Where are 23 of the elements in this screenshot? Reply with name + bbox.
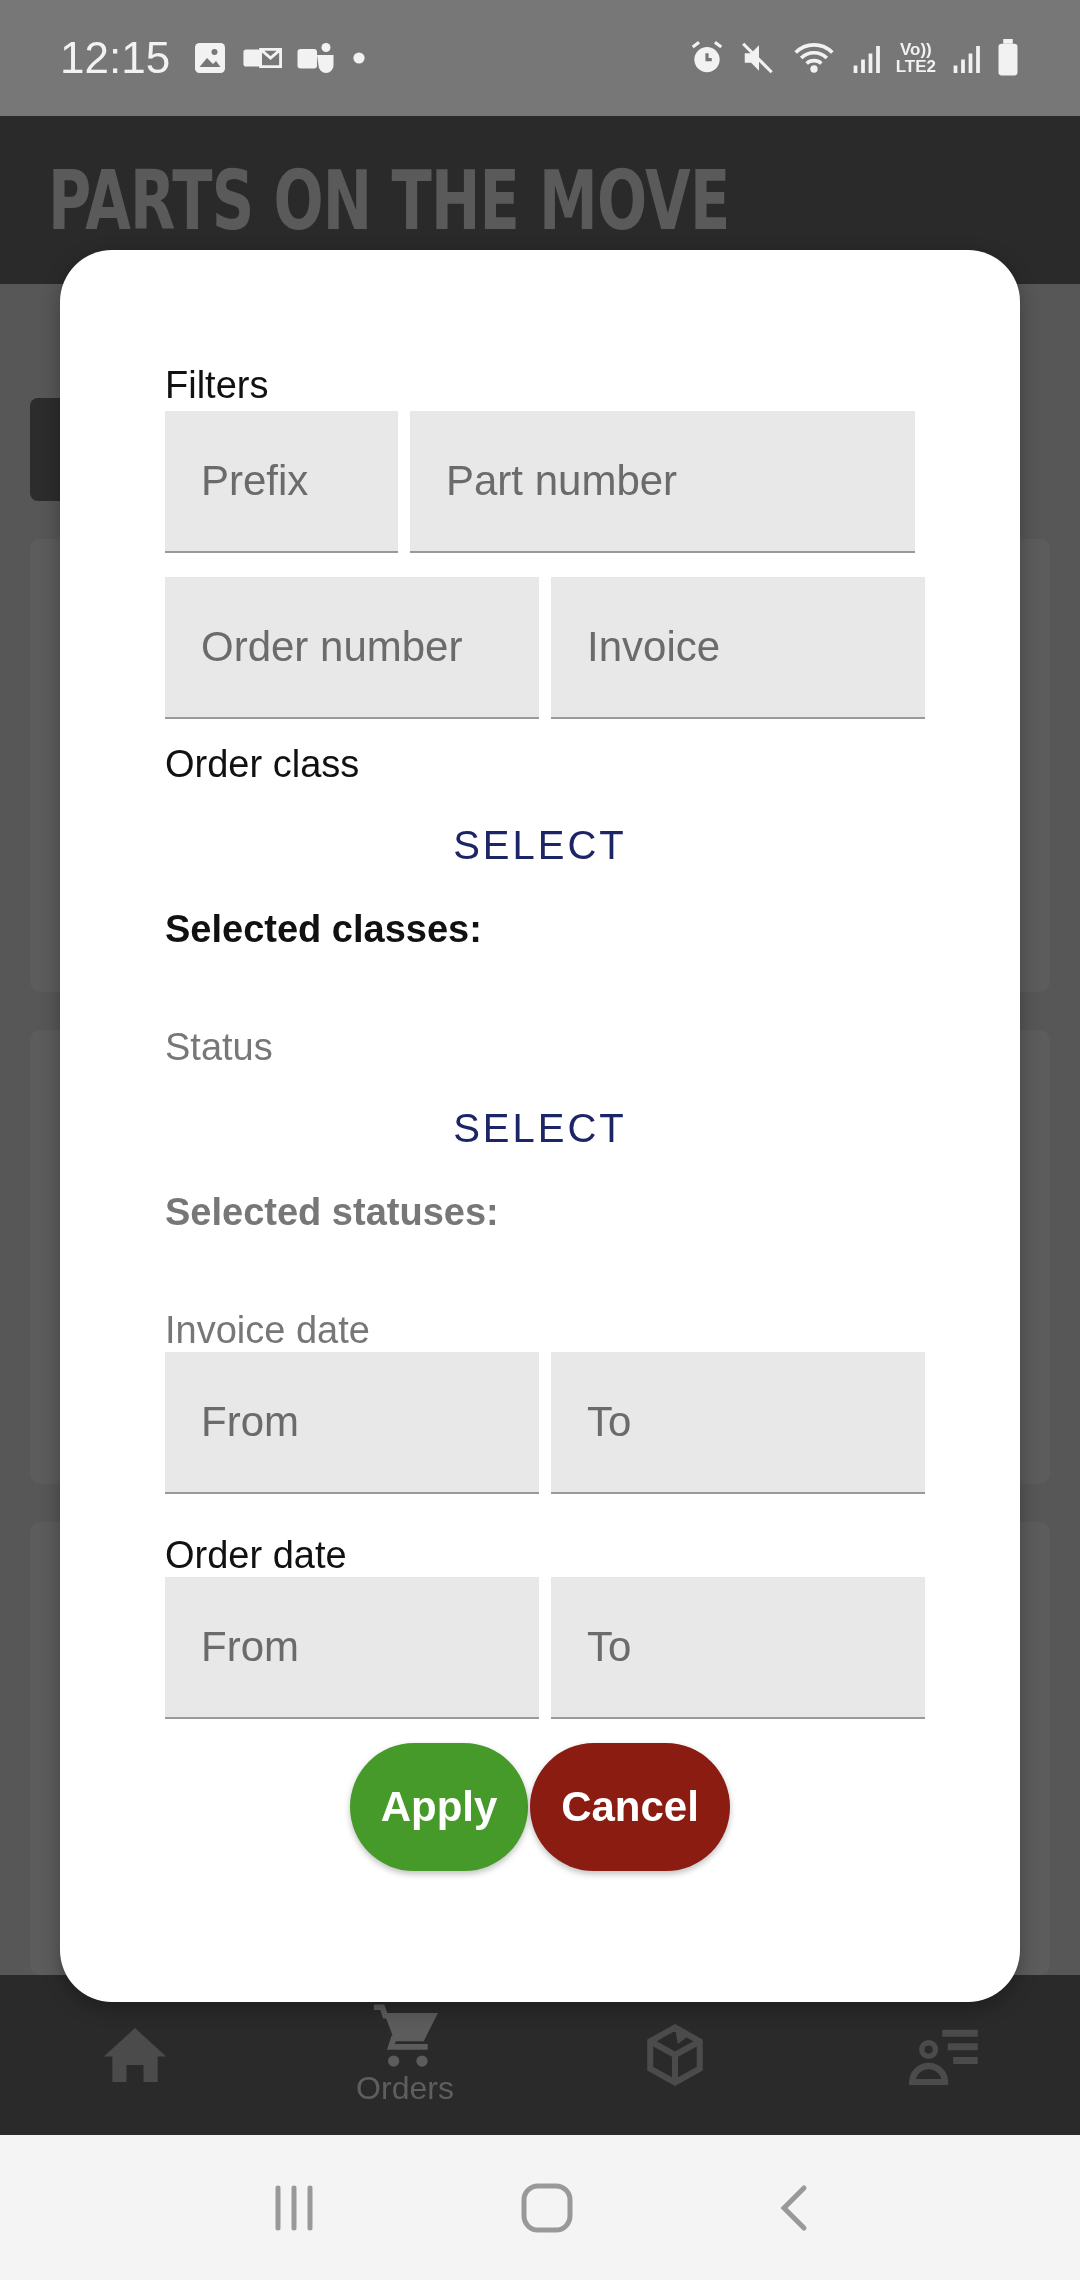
apply-button[interactable]: Apply xyxy=(350,1743,528,1871)
cancel-button[interactable]: Cancel xyxy=(530,1743,730,1871)
network-label: LTE2 xyxy=(895,58,936,75)
dialog-title: Filters xyxy=(165,364,270,407)
input-field[interactable]: Invoice xyxy=(551,577,925,719)
input-field[interactable]: Part number xyxy=(410,411,915,553)
status-time: 12:15 xyxy=(60,33,171,83)
input-field[interactable]: Order number xyxy=(165,577,539,719)
input-field[interactable]: Prefix xyxy=(165,411,398,553)
section-label: Order class xyxy=(165,743,361,786)
network-label: Vo)) xyxy=(899,41,932,58)
selected-label: Selected statuses: xyxy=(165,1191,500,1234)
date-field[interactable]: To xyxy=(551,1577,925,1719)
selected-label: Selected classes: xyxy=(165,908,483,951)
section-label: Status xyxy=(165,1026,274,1069)
date-field[interactable]: From xyxy=(165,1577,539,1719)
section-label: Order date xyxy=(165,1534,348,1577)
section-label: Invoice date xyxy=(165,1309,371,1352)
cart-icon xyxy=(371,2003,439,2070)
home-button-icon[interactable] xyxy=(521,2182,573,2233)
battery-icon xyxy=(996,39,1020,77)
select-button[interactable]: SELECT xyxy=(441,815,639,876)
dot-icon xyxy=(352,51,367,65)
